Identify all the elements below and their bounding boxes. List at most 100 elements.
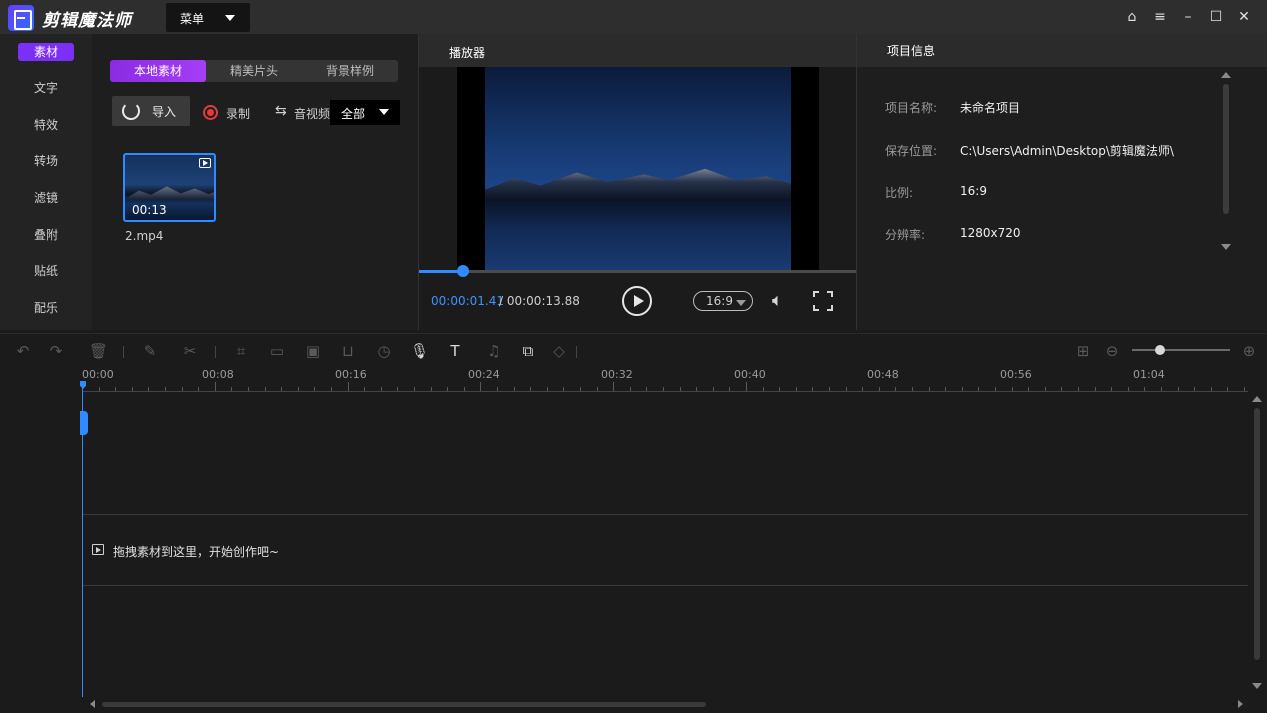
ruler-tick: [829, 387, 830, 391]
redo-icon[interactable]: ↷: [47, 342, 65, 360]
crop-icon[interactable]: ⌗: [232, 342, 250, 360]
sidebar-item-music[interactable]: 配乐: [18, 299, 74, 317]
current-time: 00:00:01.41: [431, 294, 504, 308]
volume-icon[interactable]: 🔈︎: [772, 290, 783, 311]
ruler-tick: [596, 387, 598, 391]
undo-icon[interactable]: ↶: [14, 342, 32, 360]
ruler-tick: [131, 387, 133, 391]
ruler-tick: [563, 387, 565, 391]
playhead-handle[interactable]: [80, 411, 88, 435]
scroll-down-icon[interactable]: [1252, 683, 1262, 689]
hamburger-menu-icon[interactable]: ≡: [1153, 10, 1167, 24]
record-icon[interactable]: [203, 105, 218, 120]
ruler-tick: [978, 387, 980, 391]
ruler-tick: [845, 387, 847, 391]
fullscreen-icon[interactable]: [813, 291, 833, 311]
freeze-frame-icon[interactable]: ⊔: [339, 342, 357, 360]
chevron-down-icon: [736, 300, 746, 306]
main-menu-label: 菜单: [180, 12, 205, 26]
ruler-tick: [878, 387, 880, 391]
ruler-tick: [98, 387, 100, 391]
chevron-down-icon: [379, 109, 389, 115]
seek-bar[interactable]: [419, 265, 856, 277]
import-button[interactable]: 导入: [112, 96, 190, 126]
maximize-icon[interactable]: ☐: [1209, 10, 1223, 24]
scroll-right-icon[interactable]: [1238, 700, 1243, 708]
tab-local-media[interactable]: 本地素材: [110, 60, 206, 82]
zoom-slider[interactable]: [1132, 349, 1230, 351]
sidebar-item-overlay[interactable]: 叠附: [18, 226, 74, 244]
text-to-speech-icon[interactable]: T: [446, 342, 464, 360]
sidebar-item-filters[interactable]: 滤镜: [18, 189, 74, 207]
timeline-ruler[interactable]: 00:00 00:08 00:16 00:24 00:32 00:40 00:48 00:56…: [82, 366, 1248, 392]
home-icon[interactable]: ⌂: [1125, 10, 1139, 24]
ruler-tick: [1111, 387, 1113, 391]
delete-icon[interactable]: 🗑︎: [89, 342, 108, 360]
ruler-tick: [530, 387, 532, 391]
media-thumbnail[interactable]: 00:13: [123, 153, 216, 222]
seek-handle[interactable]: [456, 265, 469, 277]
ruler-tick: [148, 387, 150, 391]
video-landscape: [485, 168, 791, 201]
ruler-tick: [447, 387, 449, 391]
close-icon[interactable]: ✕: [1237, 10, 1251, 24]
ruler-tick: [1144, 387, 1146, 391]
ruler-tick: [1161, 387, 1162, 391]
tab-intros[interactable]: 精美片头: [206, 60, 302, 82]
ruler-tick: [314, 387, 316, 391]
audio-separate-icon[interactable]: ♫: [485, 342, 503, 360]
info-scrollbar[interactable]: [1223, 84, 1229, 214]
zoom-out-icon[interactable]: ⊖: [1103, 342, 1121, 360]
rotate-icon[interactable]: ▭: [268, 342, 286, 360]
zoom-slider-handle[interactable]: [1155, 345, 1165, 355]
aspect-ratio-dropdown[interactable]: 16:9: [693, 291, 753, 311]
speed-clock-icon[interactable]: ◷: [375, 342, 393, 360]
timeline-toolbar: ↶ ↷ 🗑︎ ✎ ✂ ⌗ ▭ ▣ ⊔ ◷ 🎙︎ T ♫ ⧉ ◇ ⊞ ⊖ ⊕: [0, 333, 1267, 366]
mosaic-icon[interactable]: ▣: [304, 342, 322, 360]
record-button[interactable]: 录制: [226, 105, 250, 122]
ruler-tick: [1210, 387, 1212, 391]
sidebar-item-material[interactable]: 素材: [18, 43, 74, 61]
play-button[interactable]: [622, 286, 652, 316]
minimize-icon[interactable]: –: [1181, 10, 1195, 24]
media-file-name: 2.mp4: [125, 229, 164, 243]
main-menu-dropdown[interactable]: 菜单: [166, 3, 250, 32]
ruler-tick: [231, 387, 233, 391]
edit-icon[interactable]: ✎: [141, 342, 159, 360]
fit-timeline-icon[interactable]: ⊞: [1074, 342, 1092, 360]
project-name-label: 项目名称:: [885, 101, 938, 115]
media-filter-select[interactable]: 全部: [330, 100, 400, 125]
save-location-label: 保存位置:: [885, 144, 938, 158]
ruler-tick: [331, 387, 332, 391]
tab-backgrounds[interactable]: 背景样例: [302, 60, 398, 82]
sidebar-item-text[interactable]: 文字: [18, 79, 74, 97]
timeline-vertical-scrollbar[interactable]: [1254, 408, 1260, 660]
copy-icon[interactable]: ⧉: [519, 342, 537, 360]
ruler-tick: [297, 387, 299, 391]
keyframe-icon[interactable]: ◇: [550, 342, 568, 360]
ruler-tick: [961, 387, 963, 391]
sidebar-item-stickers[interactable]: 贴纸: [18, 262, 74, 280]
ruler-tick: [198, 387, 200, 391]
ruler-tick: [264, 387, 266, 391]
scissors-icon[interactable]: ✂: [181, 342, 199, 360]
video-preview[interactable]: [457, 67, 819, 271]
app-logo-icon: [8, 5, 34, 31]
sidebar-item-transitions[interactable]: 转场: [18, 152, 74, 170]
scroll-up-icon[interactable]: [1252, 396, 1262, 402]
media-tabs: 本地素材 精美片头 背景样例: [110, 60, 398, 82]
sidebar-item-effects[interactable]: 特效: [18, 116, 74, 134]
zoom-in-icon[interactable]: ⊕: [1240, 342, 1258, 360]
scroll-up-icon[interactable]: [1221, 72, 1231, 78]
ruler-tick: [1227, 387, 1229, 391]
ruler-tick: [580, 387, 581, 391]
scroll-down-icon[interactable]: [1221, 244, 1231, 250]
project-info-header: 项目信息: [857, 34, 1267, 67]
microphone-icon[interactable]: 🎙︎: [410, 342, 429, 360]
ruler-tick: [497, 387, 498, 391]
ruler-tick: [1244, 387, 1245, 391]
ruler-tick: [1127, 387, 1129, 391]
player-title: 播放器: [449, 46, 486, 60]
scroll-left-icon[interactable]: [90, 700, 95, 708]
timeline-horizontal-scrollbar[interactable]: [102, 702, 706, 707]
